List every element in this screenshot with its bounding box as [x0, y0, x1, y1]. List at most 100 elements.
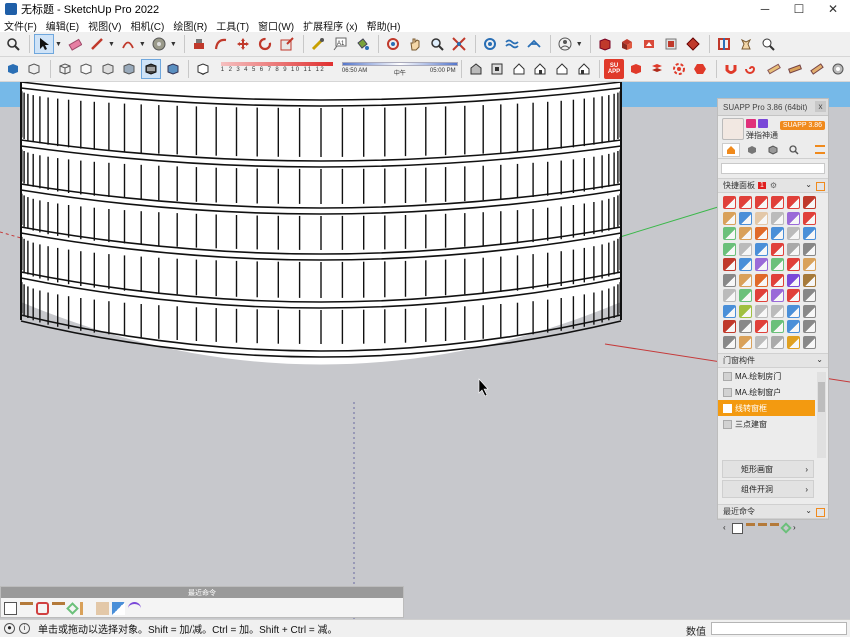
follow-path-icon[interactable] [52, 601, 65, 615]
quick-tool-icon[interactable] [787, 335, 800, 349]
quick-tool-icon[interactable] [787, 320, 800, 333]
quick-panel-header[interactable]: 快捷面板 1 ⚙ ⌄ [718, 178, 828, 193]
quick-tool-icon[interactable] [771, 273, 784, 287]
quick-tool-icon[interactable] [771, 320, 784, 333]
menu-camera[interactable]: 相机(C) [130, 18, 164, 33]
minimize-button[interactable]: ─ [748, 0, 782, 18]
quick-tool-icon[interactable] [739, 273, 752, 287]
rotate-tool-button[interactable] [255, 34, 275, 54]
arc-magic-icon[interactable] [128, 601, 141, 615]
info-icon[interactable]: i [19, 623, 30, 634]
tape-measure-tool-button[interactable] [308, 34, 328, 54]
quick-tool-icon[interactable] [755, 227, 768, 240]
xray-style-button[interactable] [55, 59, 75, 79]
left-view-button[interactable] [574, 59, 594, 79]
quick-tool-icon[interactable] [755, 320, 768, 333]
list-item[interactable]: MA.绘制窗户 [718, 384, 815, 400]
quick-tool-icon[interactable] [803, 196, 816, 209]
position-camera-button[interactable] [736, 34, 756, 54]
quick-tool-icon[interactable] [771, 258, 784, 271]
list-item[interactable]: 三点建窗 [718, 416, 815, 432]
smoove-tool-button[interactable] [502, 34, 522, 54]
wireframe-style-button[interactable] [77, 59, 97, 79]
quick-tool-icon[interactable] [771, 289, 784, 302]
section-plane-button[interactable] [714, 34, 734, 54]
maximize-button[interactable]: ☐ [782, 0, 816, 18]
arc-dropdown-chevron-icon[interactable]: ▼ [139, 41, 146, 48]
diamond-green-icon[interactable] [66, 601, 79, 615]
menu-window[interactable]: 窗口(W) [258, 18, 294, 33]
orbit-tool-button[interactable] [383, 34, 403, 54]
scrollbar-thumb[interactable] [818, 382, 825, 412]
quick-tool-icon[interactable] [739, 242, 752, 256]
zoom-tool-button[interactable] [427, 34, 447, 54]
shadow-time-track[interactable] [341, 62, 458, 66]
shadow-month-track[interactable] [220, 62, 333, 66]
follow-path-icon[interactable] [20, 601, 33, 615]
suapp-tool-6[interactable] [742, 59, 762, 79]
menu-tools[interactable]: 工具(T) [216, 18, 249, 33]
window-grid-icon[interactable] [4, 601, 17, 615]
quick-tool-icon[interactable] [739, 289, 752, 302]
monochrome-style-button[interactable] [141, 59, 161, 79]
quick-tool-icon[interactable] [771, 242, 784, 256]
quick-tool-icon[interactable] [755, 304, 768, 318]
follow-path-icon[interactable] [770, 522, 779, 534]
recent-commands-header[interactable]: 最近命令 ⌄ [718, 504, 828, 519]
menu-extensions[interactable]: 扩展程序 (x) [303, 18, 357, 33]
quick-tool-icon[interactable] [739, 320, 752, 333]
scroll-right-icon[interactable]: › [793, 523, 799, 534]
line-tool-button[interactable] [87, 34, 107, 54]
right-view-button[interactable] [531, 59, 551, 79]
window-grid-icon[interactable] [732, 522, 743, 534]
shadow-time-slider[interactable]: 06:50 AM 中午 05:00 PM [341, 59, 458, 79]
follow-path-icon[interactable] [758, 522, 767, 534]
quick-tool-icon[interactable] [723, 242, 736, 256]
quick-tool-icon[interactable] [787, 304, 800, 318]
quick-tool-icon[interactable] [803, 242, 816, 256]
popout-icon[interactable] [816, 508, 825, 517]
scale-tool-button[interactable] [277, 34, 297, 54]
tab-search[interactable] [785, 143, 803, 157]
warehouse-button[interactable] [595, 34, 615, 54]
front-view-button[interactable] [509, 59, 529, 79]
quick-tool-icon[interactable] [787, 289, 800, 302]
suapp-tool-7[interactable] [764, 59, 784, 79]
quick-tool-icon[interactable] [803, 304, 816, 318]
suapp-tool-5[interactable] [721, 59, 741, 79]
quick-tool-icon[interactable] [787, 211, 800, 225]
quick-tool-icon[interactable] [803, 335, 816, 349]
triangle-icon[interactable] [112, 601, 125, 615]
textured-style-button[interactable] [163, 59, 183, 79]
suapp-close-button[interactable]: x [815, 101, 826, 112]
diamond-green-icon[interactable] [780, 522, 792, 534]
hamburger-menu-icon[interactable] [815, 145, 825, 154]
submenu-component-hole[interactable]: 组件开洞 › [722, 480, 814, 498]
suapp-tool-1[interactable] [626, 59, 646, 79]
quick-tool-icon[interactable] [723, 273, 736, 287]
close-window-button[interactable]: ✕ [816, 0, 850, 18]
tab-library[interactable] [764, 143, 782, 157]
suapp-tool-8[interactable] [785, 59, 805, 79]
hidden-line-style-button[interactable] [98, 59, 118, 79]
chevron-down-icon[interactable]: ⌄ [805, 180, 812, 189]
avatar[interactable] [722, 118, 744, 140]
quick-tool-icon[interactable] [723, 335, 736, 349]
suapp-launch-button[interactable]: SU APP [604, 59, 624, 79]
chevron-down-icon[interactable]: ⌄ [816, 355, 823, 364]
menu-file[interactable]: 文件(F) [4, 18, 37, 33]
quick-tool-icon[interactable] [803, 211, 816, 225]
suapp-tool-9[interactable] [807, 59, 827, 79]
quick-tool-icon[interactable] [771, 196, 784, 209]
doors-list-scrollbar[interactable] [817, 372, 826, 458]
box-icon[interactable] [96, 601, 109, 615]
back-view-button[interactable] [552, 59, 572, 79]
pan-tool-button[interactable] [405, 34, 425, 54]
suapp-panel-titlebar[interactable]: SUAPP Pro 3.86 (64bit) x [718, 99, 828, 116]
quick-tool-icon[interactable] [723, 211, 736, 225]
paint-bucket-tool-button[interactable] [352, 34, 372, 54]
zoom-extents-tool-button[interactable] [449, 34, 469, 54]
quick-tool-icon[interactable] [723, 227, 736, 240]
tab-model[interactable] [743, 143, 761, 157]
menu-view[interactable]: 视图(V) [88, 18, 121, 33]
